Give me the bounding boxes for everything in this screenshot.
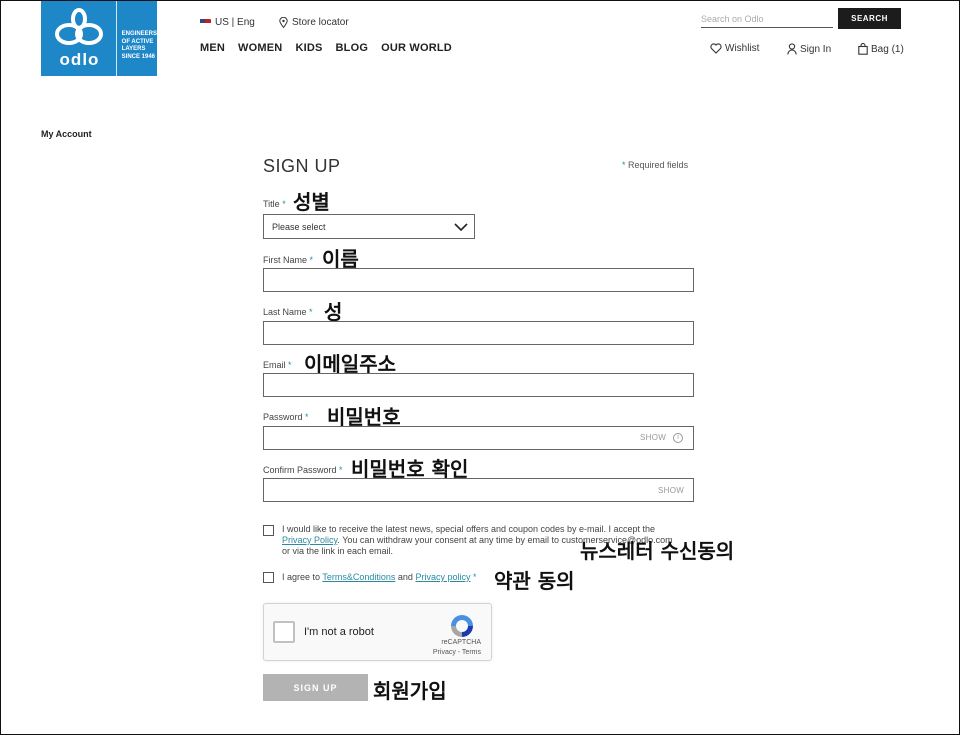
terms-checkbox[interactable] — [263, 572, 274, 583]
recaptcha-logo-icon — [451, 615, 473, 637]
heart-icon — [710, 43, 722, 54]
nav-item-blog[interactable]: BLOG — [336, 42, 369, 54]
locale-label: US | Eng — [215, 17, 255, 28]
info-icon[interactable]: i — [673, 433, 683, 443]
confirm-password-field[interactable] — [263, 478, 694, 502]
bag-label: Bag (1) — [871, 43, 904, 55]
last-name-label: Last Name * — [263, 307, 313, 317]
logo-word: odlo — [59, 50, 100, 69]
first-name-label: First Name * — [263, 255, 314, 265]
bag-link[interactable]: Bag (1) — [858, 43, 904, 55]
shopping-bag-icon — [858, 43, 868, 55]
password-label: Password * — [263, 412, 309, 422]
location-pin-icon — [279, 17, 288, 28]
search-input[interactable] — [701, 10, 833, 28]
sign-in-link[interactable]: Sign In — [787, 43, 831, 55]
email-field[interactable] — [263, 373, 694, 397]
odlo-logo[interactable]: odlo Engineers of active layers since 19… — [41, 0, 157, 76]
recaptcha-brand: reCAPTCHA — [441, 639, 481, 646]
recaptcha-label: I'm not a robot — [304, 626, 374, 638]
password-field[interactable] — [263, 426, 694, 450]
odlo-emblem-icon — [55, 8, 103, 45]
recaptcha-links[interactable]: Privacy - Terms — [433, 649, 481, 656]
confirm-password-label: Confirm Password * — [263, 465, 343, 475]
terms-conditions-link[interactable]: Terms&Conditions — [322, 572, 395, 582]
main-nav: MEN WOMEN KIDS BLOG OUR WORLD — [200, 42, 452, 54]
privacy-policy-link[interactable]: Privacy Policy — [282, 535, 337, 545]
search-button[interactable]: SEARCH — [838, 8, 901, 29]
my-account-link[interactable]: My Account — [41, 129, 92, 139]
email-label: Email * — [263, 360, 292, 370]
first-name-field[interactable] — [263, 268, 694, 292]
annotation-title: 성별 — [293, 190, 330, 214]
confirm-password-show-toggle[interactable]: SHOW — [658, 486, 684, 495]
required-fields-note: * Required fields — [622, 160, 689, 170]
title-label: Title * — [263, 199, 286, 209]
title-select-value: Please select — [272, 222, 326, 232]
wishlist-label: Wishlist — [725, 43, 760, 54]
chevron-down-icon — [454, 223, 468, 232]
store-locator-label: Store locator — [292, 17, 349, 28]
recaptcha-widget: I'm not a robot reCAPTCHA Privacy - Term… — [263, 603, 492, 661]
logo-mark: odlo — [41, 0, 117, 76]
last-name-field[interactable] — [263, 321, 694, 345]
store-locator-link[interactable]: Store locator — [279, 17, 349, 28]
wishlist-link[interactable]: Wishlist — [710, 43, 759, 54]
terms-agree-text: I agree to Terms&Conditions and Privacy … — [282, 572, 477, 582]
annotation-terms: 약관 동의 — [494, 569, 575, 593]
sign-up-button[interactable]: SIGN UP — [263, 674, 368, 701]
password-show-toggle[interactable]: SHOW — [640, 433, 666, 442]
newsletter-checkbox[interactable] — [263, 525, 274, 536]
nav-item-men[interactable]: MEN — [200, 42, 225, 54]
sign-in-label: Sign In — [800, 43, 832, 55]
annotation-submit: 회원가입 — [373, 679, 447, 703]
privacy-policy-link-2[interactable]: Privacy policy — [415, 572, 470, 582]
nav-item-kids[interactable]: KIDS — [295, 42, 322, 54]
page-title: SIGN UP — [263, 156, 341, 176]
nav-item-women[interactable]: WOMEN — [238, 42, 282, 54]
recaptcha-checkbox[interactable] — [273, 621, 295, 643]
user-icon — [787, 43, 797, 55]
us-flag-icon — [200, 18, 211, 27]
annotation-newsletter: 뉴스레터 수신동의 — [580, 539, 735, 563]
nav-item-our-world[interactable]: OUR WORLD — [381, 42, 452, 54]
title-select[interactable]: Please select — [263, 214, 475, 239]
locale-selector[interactable]: US | Eng — [200, 17, 255, 28]
logo-tagline: Engineers of active layers since 1946 — [121, 31, 157, 60]
